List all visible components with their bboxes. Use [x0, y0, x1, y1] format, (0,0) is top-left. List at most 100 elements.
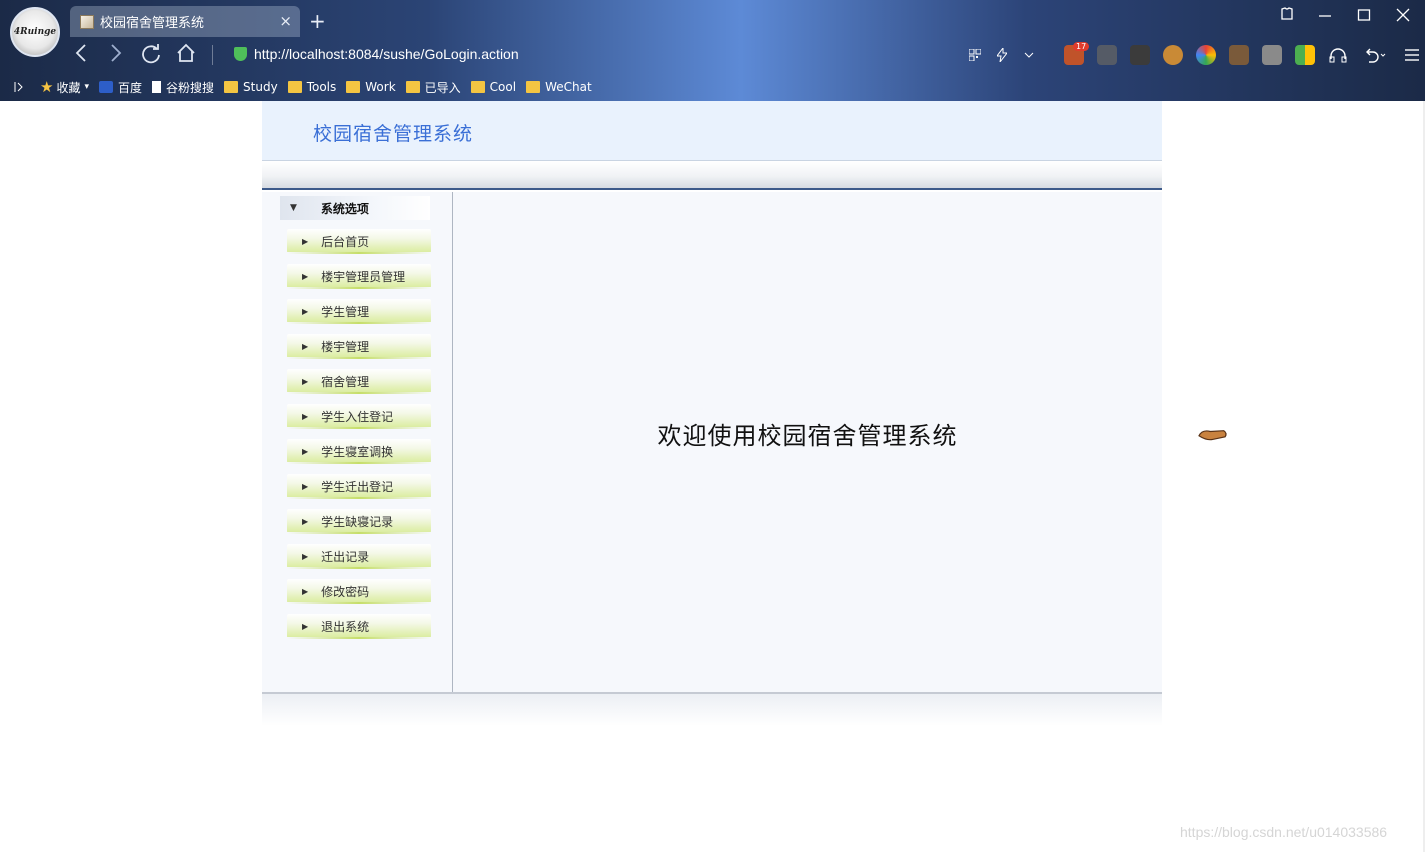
tab-favicon-icon	[80, 14, 94, 29]
forward-icon[interactable]	[109, 42, 123, 69]
secure-shield-icon[interactable]	[234, 47, 247, 61]
bookmark-imported[interactable]: 已导入	[405, 79, 461, 96]
sidebar-item-checkout[interactable]: ▶ 学生迁出登记	[287, 474, 431, 499]
caret-right-icon: ▶	[302, 376, 309, 386]
footer-divider	[262, 692, 1162, 726]
menu-icon[interactable]	[1402, 45, 1422, 65]
new-tab-button[interactable]: +	[309, 9, 326, 33]
headphone-icon[interactable]	[1328, 45, 1348, 65]
minimize-icon[interactable]	[1318, 6, 1332, 26]
mouse-cursor-icon	[1194, 417, 1235, 459]
bookmark-study[interactable]: Study	[224, 80, 278, 94]
sidebar-item-dorms[interactable]: ▶ 宿舍管理	[287, 369, 431, 394]
chevron-down-icon[interactable]	[1022, 45, 1036, 65]
folder-icon	[224, 81, 239, 93]
app-page: 校园宿舍管理系统 ▼ 系统选项 ▶ 后台首页 ▶ 楼宇管理员管理 ▶ 学生管理 ▶ 楼宇…	[262, 101, 1162, 726]
baidu-icon	[99, 81, 113, 93]
sidebar-item-students[interactable]: ▶ 学生管理	[287, 299, 431, 324]
sidebar-item-change-password[interactable]: ▶ 修改密码	[287, 579, 431, 604]
bookmark-baidu[interactable]: 百度	[99, 79, 142, 96]
caret-right-icon: ▶	[302, 551, 309, 561]
caret-right-icon: ▶	[302, 516, 309, 526]
app-header: 校园宿舍管理系统	[262, 101, 1162, 161]
menu-label: 宿舍管理	[321, 374, 370, 389]
caret-right-icon: ▶	[302, 236, 309, 246]
extension-box-icon[interactable]	[1229, 45, 1249, 65]
skin-icon[interactable]	[1279, 6, 1295, 26]
bookmarks-bar: ★ 收藏 ▾ 百度 谷粉搜搜 Study Tools Work 已导入 Cool W…	[0, 73, 1425, 101]
home-icon[interactable]	[175, 42, 197, 69]
sidebar-item-logout[interactable]: ▶ 退出系统	[287, 614, 431, 639]
folder-icon	[526, 81, 541, 93]
menu-label: 修改密码	[321, 584, 370, 599]
folder-icon	[405, 81, 420, 93]
tab-title: 校园宿舍管理系统	[100, 16, 205, 31]
tab-close-icon[interactable]: ×	[279, 12, 292, 30]
address-bar[interactable]: http://localhost:8084/sushe/GoLogin.acti…	[254, 46, 519, 62]
sidebar-item-buildings[interactable]: ▶ 楼宇管理	[287, 334, 431, 359]
sidebar-item-home[interactable]: ▶ 后台首页	[287, 229, 431, 254]
page-title: 校园宿舍管理系统	[313, 123, 474, 145]
sidebar-item-checkout-records[interactable]: ▶ 迁出记录	[287, 544, 431, 569]
folder-icon	[346, 81, 361, 93]
sidebar-item-room-swap[interactable]: ▶ 学生寝室调换	[287, 439, 431, 464]
maximize-icon[interactable]	[1357, 6, 1371, 26]
bookmark-label: Cool	[489, 80, 517, 94]
qr-icon[interactable]	[968, 45, 982, 65]
menu-label: 迁出记录	[321, 549, 370, 564]
folder-icon	[287, 81, 302, 93]
reload-icon[interactable]	[140, 42, 162, 69]
sidebar-toggle-icon[interactable]	[14, 81, 24, 93]
sidebar-title: 系统选项	[320, 201, 369, 216]
bookmark-wechat[interactable]: WeChat	[526, 80, 592, 94]
flash-icon[interactable]	[995, 45, 1009, 65]
menu-label: 楼宇管理员管理	[321, 269, 406, 284]
header-divider	[262, 162, 1162, 190]
bookmark-label: 收藏	[56, 80, 81, 95]
extension-grid-icon[interactable]	[1295, 45, 1315, 65]
bookmark-label: Tools	[306, 80, 337, 94]
bookmark-label: Study	[243, 80, 278, 94]
menu-label: 学生寝室调换	[321, 444, 394, 459]
bookmark-gufen[interactable]: 谷粉搜搜	[152, 79, 214, 96]
sidebar-header[interactable]: ▼ 系统选项	[280, 196, 430, 220]
extension-monkey-icon[interactable]	[1163, 45, 1183, 65]
caret-right-icon: ▶	[302, 621, 309, 631]
undo-icon[interactable]	[1361, 45, 1389, 65]
sidebar-menu: ▶ 后台首页 ▶ 楼宇管理员管理 ▶ 学生管理 ▶ 楼宇管理 ▶ 宿舍管理 ▶ 学生入住登记…	[287, 229, 431, 649]
extension-pattern-icon[interactable]	[1262, 45, 1282, 65]
extension-color-icon[interactable]	[1196, 45, 1216, 65]
sidebar-item-checkin[interactable]: ▶ 学生入住登记	[287, 404, 431, 429]
user-avatar[interactable]: 4Ruinge	[10, 7, 60, 57]
caret-right-icon: ▶	[302, 341, 309, 351]
star-icon: ★	[40, 78, 54, 96]
bookmark-tools[interactable]: Tools	[287, 80, 337, 94]
toolbar-icons	[968, 43, 1425, 67]
bookmark-work[interactable]: Work	[346, 80, 396, 94]
bookmark-label: 谷粉搜搜	[166, 80, 215, 95]
menu-label: 楼宇管理	[321, 339, 370, 354]
page-icon	[152, 81, 162, 93]
close-window-icon[interactable]	[1396, 6, 1410, 26]
menu-label: 学生入住登记	[321, 409, 394, 424]
extension-badge: 17	[1073, 42, 1090, 51]
collapse-arrow-icon: ▼	[290, 203, 297, 213]
bookmark-favorites[interactable]: ★ 收藏 ▾	[40, 78, 89, 96]
extension-gear-icon[interactable]	[1097, 45, 1117, 65]
caret-right-icon: ▶	[302, 481, 309, 491]
sidebar: ▼ 系统选项 ▶ 后台首页 ▶ 楼宇管理员管理 ▶ 学生管理 ▶ 楼宇管理 ▶ 宿舍管理 …	[262, 192, 453, 692]
address-separator	[212, 45, 213, 65]
browser-tab[interactable]: 校园宿舍管理系统 ×	[70, 6, 300, 37]
caret-right-icon: ▶	[302, 271, 309, 281]
extension-figure-icon[interactable]	[1130, 45, 1150, 65]
sidebar-item-building-admin[interactable]: ▶ 楼宇管理员管理	[287, 264, 431, 289]
back-icon[interactable]	[74, 42, 88, 69]
bookmark-cool[interactable]: Cool	[470, 80, 517, 94]
main-content: 欢迎使用校园宿舍管理系统	[453, 192, 1162, 692]
welcome-message: 欢迎使用校园宿舍管理系统	[657, 422, 958, 450]
menu-label: 退出系统	[321, 619, 370, 634]
bookmark-label: WeChat	[545, 80, 592, 94]
menu-label: 学生管理	[321, 304, 370, 319]
sidebar-item-absence[interactable]: ▶ 学生缺寝记录	[287, 509, 431, 534]
caret-right-icon: ▶	[302, 586, 309, 596]
